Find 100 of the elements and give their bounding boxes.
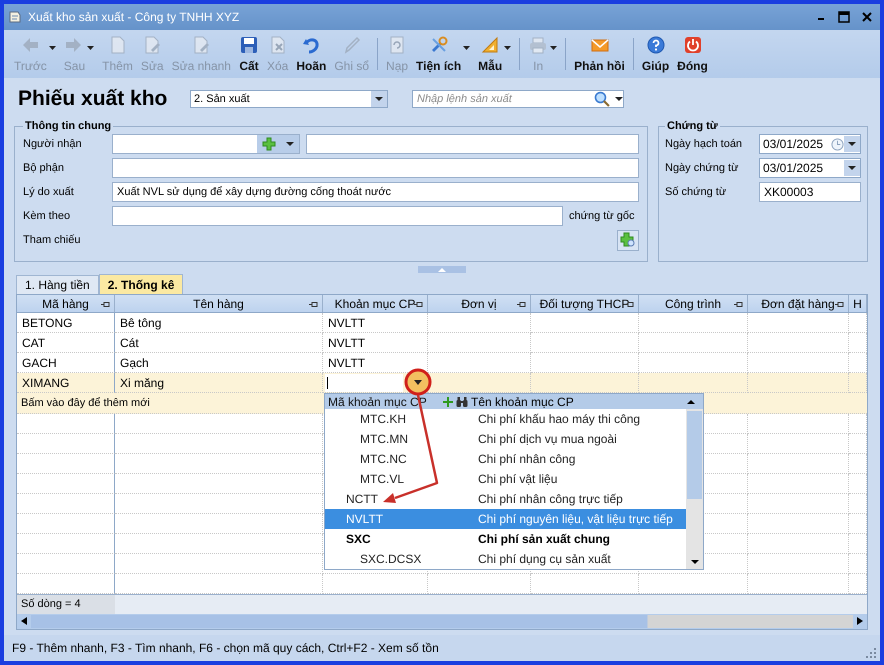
table-cell bbox=[849, 494, 867, 514]
pin-icon[interactable] bbox=[101, 301, 110, 308]
table-cell bbox=[849, 474, 867, 494]
table-cell bbox=[849, 434, 867, 454]
field-suffix: chứng từ gốc bbox=[569, 210, 636, 222]
column-header[interactable]: H bbox=[849, 295, 867, 312]
field-label: Bộ phận bbox=[23, 162, 65, 174]
table-cell bbox=[849, 313, 867, 334]
column-header: Tên khoản mục CP bbox=[471, 394, 575, 408]
horizontal-scrollbar[interactable] bbox=[17, 614, 867, 629]
column-header[interactable]: Đơn đặt hàng bbox=[748, 295, 849, 312]
scrollbar-thumb[interactable] bbox=[31, 614, 853, 628]
table-cell: CAT bbox=[17, 333, 115, 354]
dropdown-option[interactable]: MTC.VL Chi phí vật liệu bbox=[325, 469, 686, 489]
printer-icon bbox=[528, 35, 548, 55]
column-header[interactable]: Công trình bbox=[639, 295, 748, 312]
add-reference-button[interactable] bbox=[617, 230, 639, 250]
field-label: Ngày chứng từ bbox=[665, 162, 740, 174]
caret-icon[interactable] bbox=[504, 46, 512, 50]
column-header[interactable]: Tên hàng bbox=[115, 295, 323, 312]
status-text: F9 - Thêm nhanh, F3 - Tìm nhanh, F6 - chọn mã quy cách, Ctrl+F2 - Xem số tồn bbox=[12, 641, 439, 655]
table-cell: Bê tông bbox=[115, 313, 323, 334]
ruler-icon bbox=[480, 35, 500, 55]
column-header[interactable]: Đối tượng THCP bbox=[531, 295, 639, 312]
pin-icon[interactable] bbox=[734, 301, 743, 308]
table-cell bbox=[849, 554, 867, 574]
toolbar-button[interactable]: Giúp bbox=[638, 33, 674, 75]
scroll-left-icon[interactable] bbox=[21, 617, 27, 626]
search-icon[interactable] bbox=[594, 91, 610, 107]
caret-icon bbox=[848, 142, 856, 146]
toolbar-button[interactable]: Tiện ích bbox=[412, 33, 466, 75]
row-count: Số dòng = 4 bbox=[17, 595, 115, 614]
toolbar-button[interactable]: Cất bbox=[234, 33, 263, 75]
pin-icon[interactable] bbox=[414, 301, 423, 308]
input-field[interactable] bbox=[112, 158, 639, 178]
caret-icon bbox=[848, 166, 856, 170]
window-title: Xuất kho sản xuất - Công ty TNHH XYZ bbox=[28, 10, 240, 24]
input-field[interactable]: Xuất NVL sử dụng để xây dựng đường cống thoát nước bbox=[112, 182, 639, 202]
pin-icon[interactable] bbox=[517, 301, 526, 308]
input-field[interactable] bbox=[112, 206, 563, 226]
scroll-right-icon[interactable] bbox=[857, 617, 863, 626]
search-input[interactable]: Nhập lệnh sản xuất bbox=[413, 93, 590, 105]
tab[interactable]: 2. Thống kê bbox=[98, 274, 184, 294]
group-title: Chứng từ bbox=[666, 120, 719, 132]
table-cell bbox=[849, 454, 867, 474]
dropdown-option[interactable]: MTC.NC Chi phí nhân công bbox=[325, 449, 686, 469]
search-field[interactable]: Nhập lệnh sản xuất bbox=[412, 90, 624, 108]
pin-icon[interactable] bbox=[309, 301, 318, 308]
date-picker[interactable]: 03/01/2025 bbox=[759, 158, 861, 178]
resize-grip-icon[interactable] bbox=[866, 648, 876, 658]
form-title: Phiếu xuất kho bbox=[18, 87, 168, 111]
date-picker[interactable]: 03/01/2025 bbox=[759, 134, 861, 154]
dropdown-option[interactable]: NCTT Chi phí nhân công trực tiếp bbox=[325, 489, 686, 509]
caret-icon[interactable] bbox=[87, 46, 94, 50]
save-icon bbox=[238, 35, 259, 55]
power-icon bbox=[682, 35, 702, 55]
caret-icon bbox=[438, 268, 446, 272]
caret-icon bbox=[375, 97, 383, 101]
caret-icon[interactable] bbox=[550, 46, 558, 50]
field-label: Kèm theo bbox=[23, 210, 72, 222]
caret-icon[interactable] bbox=[48, 46, 56, 50]
dropdown-option[interactable]: SXC Chi phí sản xuất chung bbox=[325, 529, 686, 549]
table-cell: BETONG bbox=[17, 313, 115, 334]
scroll-up-icon[interactable] bbox=[687, 400, 695, 404]
plus-icon bbox=[262, 137, 276, 151]
toolbar-button[interactable]: Mẫu bbox=[474, 33, 506, 75]
input-field[interactable]: XK00003 bbox=[759, 182, 861, 202]
dropdown-option[interactable]: SXC.DCSX Chi phí dụng cụ sản xuất bbox=[325, 549, 686, 569]
column-header[interactable]: Mã hàng bbox=[17, 295, 115, 312]
toolbar-button[interactable]: Hoãn bbox=[292, 33, 330, 75]
vertical-scrollbar[interactable] bbox=[686, 409, 703, 569]
pin-icon[interactable] bbox=[835, 301, 844, 308]
recipient-lookup-field[interactable] bbox=[112, 134, 300, 154]
toolbar-button[interactable]: Phản hồi bbox=[570, 33, 629, 75]
scroll-down-icon[interactable] bbox=[690, 560, 698, 564]
clock-icon bbox=[831, 138, 844, 150]
voucher-type-select[interactable]: 2. Sản xuất bbox=[190, 90, 388, 108]
column-header[interactable]: Đơn vị bbox=[428, 295, 531, 312]
dropdown-option[interactable]: MTC.MN Chi phí dịch vụ mua ngoài bbox=[325, 429, 686, 449]
table-cell: Cát bbox=[115, 333, 323, 354]
add-icon bbox=[620, 232, 636, 248]
binoculars-icon[interactable] bbox=[456, 396, 468, 406]
toolbar-button[interactable]: Đóng bbox=[673, 33, 712, 75]
text-cursor bbox=[327, 376, 328, 389]
field-label: Số chứng từ bbox=[665, 186, 728, 198]
recipient-name-field[interactable] bbox=[306, 134, 639, 154]
caret-icon[interactable] bbox=[615, 97, 623, 101]
tab[interactable]: 1. Hàng tiền bbox=[16, 275, 99, 294]
close-icon[interactable] bbox=[862, 12, 872, 22]
column-header[interactable]: Khoản mục CP bbox=[323, 295, 428, 312]
caret-icon[interactable] bbox=[463, 46, 470, 50]
field-label: Tham chiếu bbox=[23, 234, 82, 246]
table-cell: NVLTT bbox=[323, 333, 428, 354]
table-cell bbox=[849, 574, 867, 594]
table-cell: NVLTT bbox=[323, 313, 428, 334]
field-label: Lý do xuất bbox=[23, 186, 75, 198]
caret-icon bbox=[286, 142, 294, 146]
maximize-icon[interactable] bbox=[838, 11, 850, 23]
scrollbar-thumb[interactable] bbox=[687, 411, 702, 499]
table-cell bbox=[849, 534, 867, 554]
